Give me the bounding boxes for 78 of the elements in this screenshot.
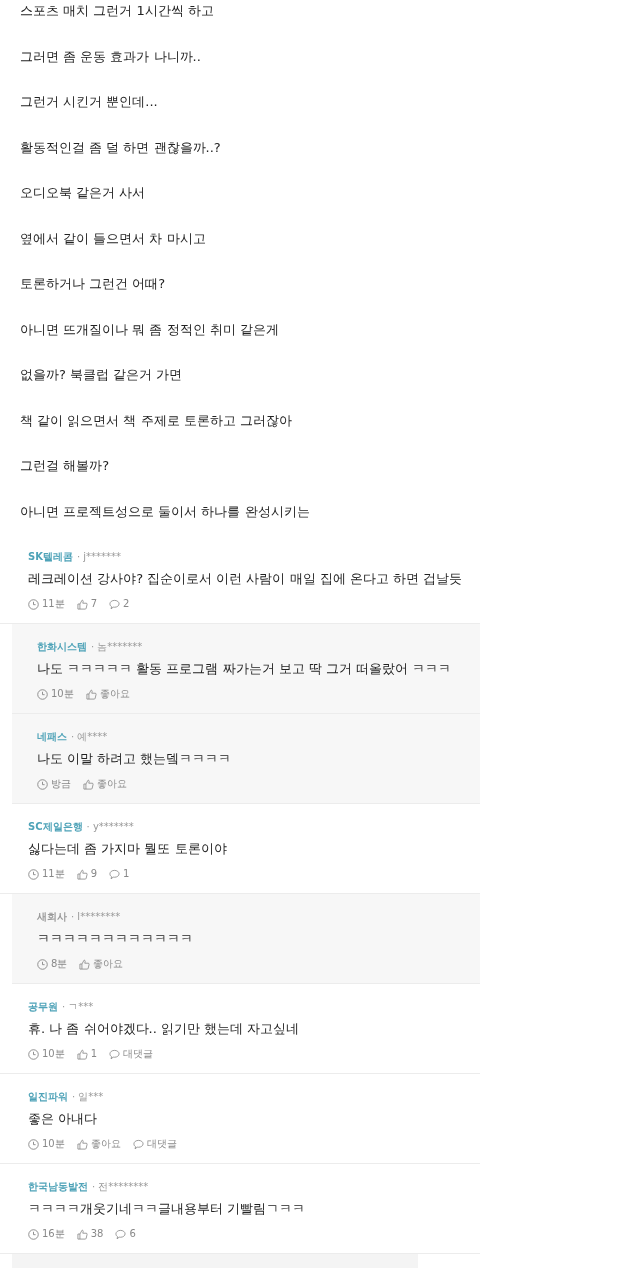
time-ago: 10분 bbox=[42, 1137, 65, 1151]
company-name[interactable]: 네패스 bbox=[37, 731, 67, 742]
time-ago: 10분 bbox=[42, 1047, 65, 1061]
post-line: 없을까? 북클럽 같은거 가면 bbox=[20, 366, 184, 384]
user-id: · j******* bbox=[76, 551, 122, 562]
clock-icon bbox=[28, 868, 39, 880]
comment-text: 휴. 나 좀 쉬어야겠다.. 읽기만 했는데 자고싶네 bbox=[28, 1020, 301, 1038]
like-count[interactable]: 좋아요 bbox=[90, 1137, 121, 1151]
comment-text: 나도 ㅋㅋㅋㅋㅋ 활동 프로그램 짜가는거 보고 딱 그거 떠올랐어 ㅋㅋㅋ bbox=[37, 660, 453, 678]
company-name[interactable]: 공무원 bbox=[28, 1001, 58, 1012]
clock-icon bbox=[37, 778, 48, 790]
user-id: · 예**** bbox=[71, 731, 108, 742]
user-id: · ㄱ*** bbox=[62, 1001, 94, 1012]
comment-text: 좋은 아내다 bbox=[28, 1110, 99, 1128]
clock-icon bbox=[28, 1048, 39, 1060]
like-count[interactable]: 9 bbox=[90, 867, 98, 881]
comment-text: 레크레이션 강사야? 집순이로서 이런 사람이 매일 집에 온다고 하면 겁날듯 bbox=[28, 570, 464, 588]
post-line: 그런걸 해볼까? bbox=[20, 457, 111, 475]
speech-bubble-icon bbox=[109, 868, 121, 880]
company-name[interactable]: SC제일은행 bbox=[28, 821, 83, 832]
company-name[interactable]: 한화시스템 bbox=[37, 641, 87, 652]
post-line: 책 같이 읽으면서 책 주제로 토론하고 그러잖아 bbox=[20, 411, 293, 430]
post-line: 활동적인걸 좀 덜 하면 괜찮을까..? bbox=[20, 138, 222, 157]
comment-text: 나도 이말 하려고 했는뎈ㅋㅋㅋㅋ bbox=[37, 750, 233, 768]
like-count[interactable]: 7 bbox=[90, 597, 98, 611]
post-line: 아니면 뜨개질이나 뭐 좀 정적인 취미 같은게 bbox=[20, 320, 280, 339]
user-id: · y******* bbox=[86, 821, 134, 832]
reply-count[interactable]: 6 bbox=[129, 1227, 136, 1241]
company-name[interactable]: 한국남동발전 bbox=[28, 1181, 88, 1192]
thumbs-up-icon bbox=[76, 1228, 88, 1240]
time-ago: 10분 bbox=[51, 687, 74, 701]
time-ago: 8분 bbox=[51, 957, 68, 971]
user-id: · 일*** bbox=[72, 1091, 104, 1102]
post-line: 아니면 프로젝트성으로 둘이서 하나를 완성시키는 bbox=[20, 502, 311, 521]
like-count[interactable]: 좋아요 bbox=[99, 687, 130, 701]
comment-text: ㅋㅋㅋㅋ개웃기네ㅋㅋ글내용부터 기빨림ㄱㅋㅋ bbox=[28, 1200, 307, 1218]
company-name[interactable]: SK텔레콤 bbox=[28, 551, 73, 562]
comment-text: ㅋㅋㅋㅋㅋㅋㅋㅋㅋㅋㅋㅋ bbox=[37, 930, 194, 948]
thumbs-up-icon bbox=[79, 958, 91, 970]
reply-count[interactable]: 대댓글 bbox=[123, 1047, 154, 1061]
clock-icon bbox=[37, 688, 48, 700]
time-ago: 16분 bbox=[42, 1227, 65, 1241]
thumbs-up-icon bbox=[76, 1138, 88, 1150]
clock-icon bbox=[28, 598, 39, 610]
time-ago: 방금 bbox=[51, 777, 71, 791]
thumbs-up-icon bbox=[76, 598, 88, 610]
like-count[interactable]: 38 bbox=[90, 1227, 104, 1241]
clock-icon bbox=[28, 1228, 39, 1240]
like-count[interactable]: 좋아요 bbox=[93, 957, 124, 971]
speech-bubble-icon bbox=[109, 1048, 121, 1060]
like-count[interactable]: 1 bbox=[90, 1047, 98, 1061]
post-line: 그런거 시킨거 뿐인데... bbox=[20, 93, 159, 111]
clock-icon bbox=[28, 1138, 39, 1150]
user-id: · l******** bbox=[71, 911, 121, 922]
thumbs-up-icon bbox=[76, 1048, 88, 1060]
thumbs-up-icon bbox=[83, 778, 94, 790]
speech-bubble-icon bbox=[115, 1228, 127, 1240]
time-ago: 11분 bbox=[42, 597, 65, 611]
post-line: 그러면 좀 운동 효과가 나니까.. bbox=[20, 47, 202, 66]
user-id: · 전******** bbox=[92, 1181, 149, 1192]
time-ago: 11분 bbox=[42, 867, 65, 881]
speech-bubble-icon bbox=[109, 598, 121, 610]
clock-icon bbox=[37, 958, 48, 970]
thumbs-up-icon bbox=[76, 868, 88, 880]
company-name[interactable]: 새회사 bbox=[37, 911, 67, 922]
like-count[interactable]: 좋아요 bbox=[97, 777, 127, 791]
post-line: 옆에서 같이 들으면서 차 마시고 bbox=[20, 229, 207, 248]
post-line: 토론하거나 그런건 어때? bbox=[20, 275, 167, 293]
user-id: · 놈******* bbox=[91, 641, 143, 652]
reply-count[interactable]: 1 bbox=[123, 867, 130, 881]
post-line: 스포츠 매치 그런거 1시간씩 하고 bbox=[20, 2, 215, 20]
reply-count[interactable]: 대댓글 bbox=[146, 1137, 177, 1151]
thumbs-up-icon bbox=[85, 688, 97, 700]
reply-count[interactable]: 2 bbox=[123, 597, 130, 611]
comment-text: 싫다는데 좀 가지마 뭘또 토론이야 bbox=[28, 840, 228, 858]
speech-bubble-icon bbox=[132, 1138, 144, 1150]
company-name[interactable]: 일진파워 bbox=[28, 1091, 68, 1102]
post-line: 오디오북 같은거 사서 bbox=[20, 184, 147, 202]
